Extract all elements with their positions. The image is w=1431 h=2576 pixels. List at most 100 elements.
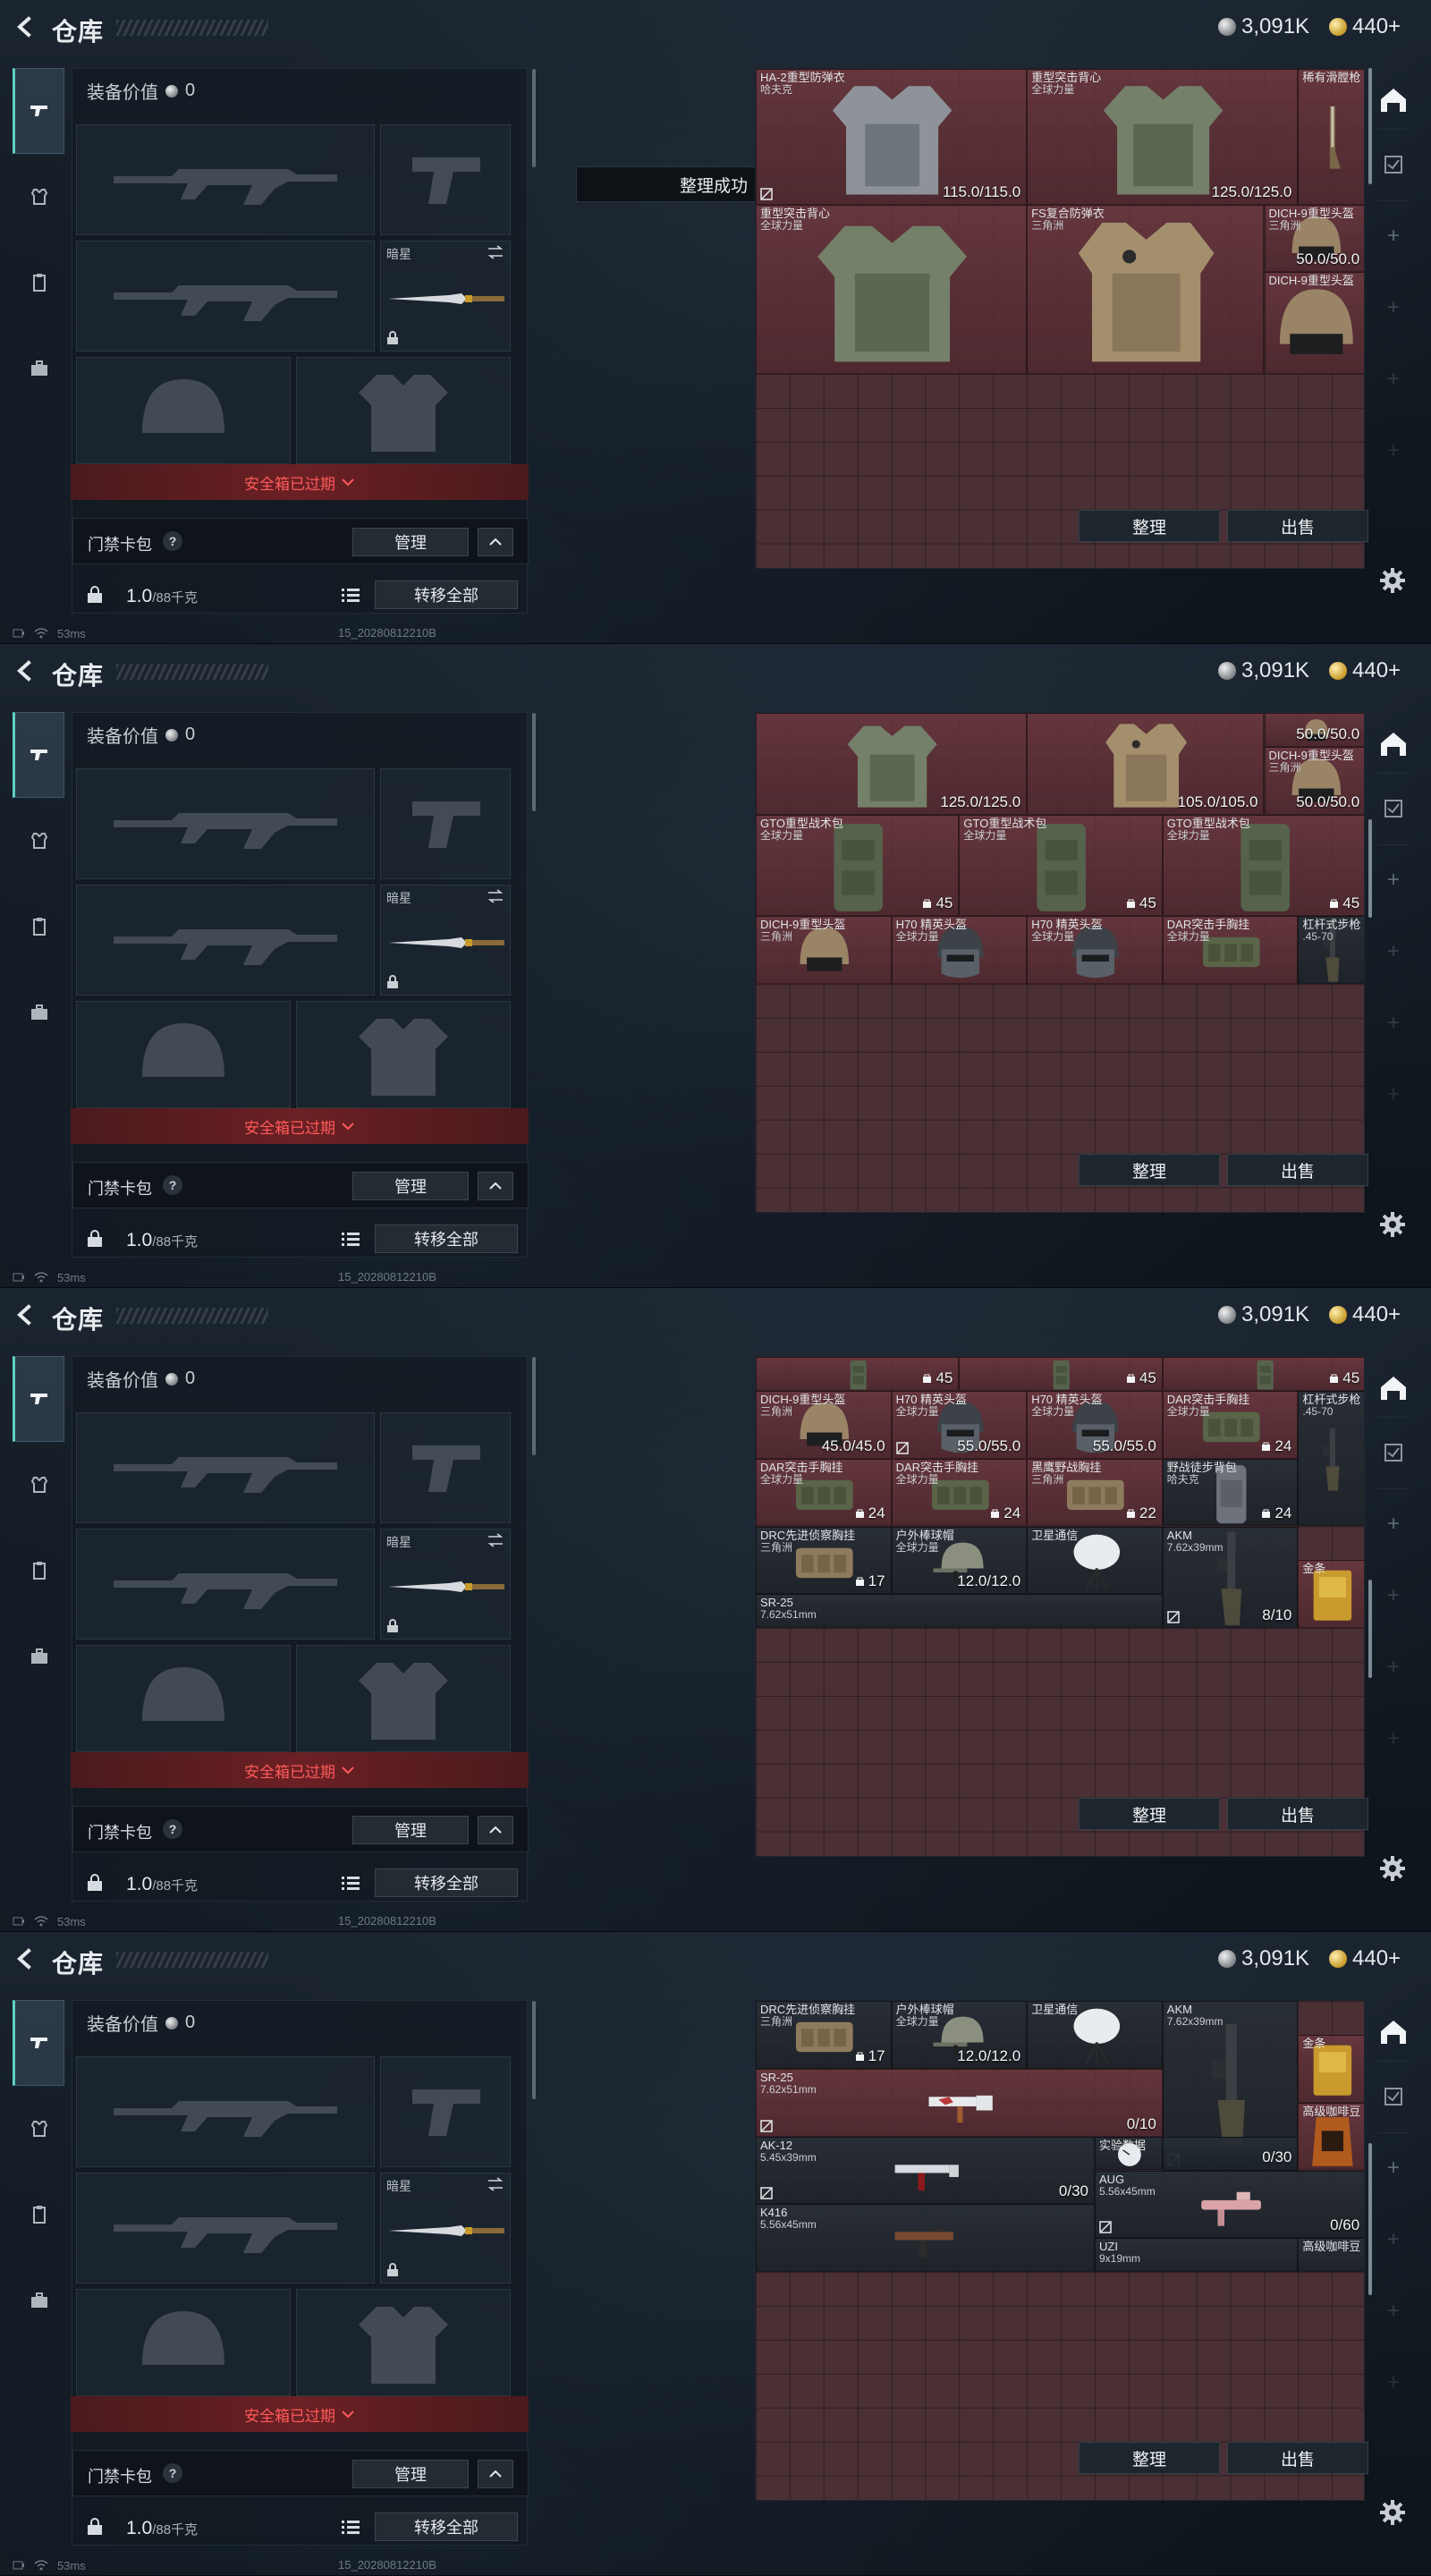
manage-button[interactable]: 管理 bbox=[352, 1172, 469, 1200]
settings-gear-icon[interactable] bbox=[1377, 565, 1408, 596]
secondary-weapon-slot[interactable] bbox=[76, 2173, 375, 2284]
tab-armor[interactable] bbox=[13, 154, 64, 240]
storage-item[interactable]: HA-2重型防弹衣 哈夫克 115.0/115.0 bbox=[756, 69, 1028, 205]
storage-item[interactable]: DRC先进侦察胸挂 三角洲 17 bbox=[756, 2001, 892, 2069]
storage-item[interactable]: 金条 bbox=[1298, 1560, 1364, 1629]
tab-consumables[interactable] bbox=[13, 1528, 64, 1614]
secondary-weapon-slot[interactable] bbox=[76, 241, 375, 352]
primary-weapon-slot[interactable] bbox=[76, 768, 375, 879]
manage-button[interactable]: 管理 bbox=[352, 528, 469, 556]
container-page-button[interactable] bbox=[1372, 2075, 1415, 2118]
melee-slot[interactable]: 暗星 bbox=[380, 241, 511, 352]
sort-button[interactable]: 整理 bbox=[1079, 1798, 1220, 1830]
tab-weapons[interactable] bbox=[13, 68, 64, 154]
storage-item[interactable]: 杠杆式步枪 .45-70 bbox=[1298, 916, 1364, 985]
help-icon[interactable]: ? bbox=[163, 2463, 182, 2483]
storage-item[interactable]: DAR突击手胸挂 全球力量 bbox=[1162, 916, 1299, 985]
primary-weapon-slot[interactable] bbox=[76, 124, 375, 235]
pistol-slot[interactable] bbox=[380, 124, 511, 235]
secondary-weapon-slot[interactable] bbox=[76, 1529, 375, 1640]
storage-item[interactable]: 野战徒步背包 哈夫克 24 bbox=[1162, 1458, 1299, 1527]
silver-currency[interactable]: 3,091K bbox=[1218, 14, 1309, 39]
settings-gear-icon[interactable] bbox=[1377, 2497, 1408, 2528]
storage-item[interactable]: DAR突击手胸挂 全球力量 24 bbox=[891, 1458, 1028, 1527]
storage-grid[interactable]: 125.0/125.0 105.0/105.0 50.0/50.0 DICH-9重型头… bbox=[755, 712, 1365, 1213]
safebox-expired-banner[interactable]: 安全箱已过期 bbox=[71, 1108, 529, 1144]
storage-item[interactable]: DICH-9重型头盔 三角洲 45.0/45.0 bbox=[756, 1390, 892, 1459]
add-page-button[interactable]: + bbox=[1372, 1503, 1415, 1546]
add-page-button[interactable]: + bbox=[1372, 2361, 1415, 2404]
tab-containers[interactable] bbox=[13, 2258, 64, 2343]
add-page-button[interactable]: + bbox=[1372, 358, 1415, 401]
gold-currency[interactable]: 440+ bbox=[1329, 1946, 1401, 1971]
armor-slot[interactable] bbox=[296, 1001, 511, 1108]
add-page-button[interactable]: + bbox=[1372, 286, 1415, 329]
storage-item[interactable]: DICH-9重型头盔 三角洲 bbox=[756, 916, 892, 985]
storage-item[interactable]: 105.0/105.0 bbox=[1027, 713, 1265, 815]
transfer-all-button[interactable]: 转移全部 bbox=[375, 1868, 518, 1897]
gold-currency[interactable]: 440+ bbox=[1329, 658, 1401, 683]
warehouse-page-button[interactable] bbox=[1372, 2011, 1415, 2054]
equipment-scrollbar[interactable] bbox=[532, 1357, 536, 1455]
secondary-weapon-slot[interactable] bbox=[76, 885, 375, 996]
add-page-button[interactable]: + bbox=[1372, 1073, 1415, 1116]
storage-item[interactable]: DICH-9重型头盔 bbox=[1264, 272, 1364, 375]
silver-currency[interactable]: 3,091K bbox=[1218, 658, 1309, 683]
collapse-button[interactable] bbox=[478, 1172, 513, 1200]
collapse-button[interactable] bbox=[478, 2460, 513, 2488]
swap-icon[interactable] bbox=[487, 889, 504, 903]
storage-item[interactable]: H70 精英头盔 全球力量 55.0/55.0 bbox=[891, 1390, 1028, 1459]
safebox-expired-banner[interactable]: 安全箱已过期 bbox=[71, 2396, 529, 2432]
transfer-all-button[interactable]: 转移全部 bbox=[375, 2512, 518, 2541]
settings-gear-icon[interactable] bbox=[1377, 1853, 1408, 1884]
settings-gear-icon[interactable] bbox=[1377, 1209, 1408, 1240]
storage-item[interactable]: 0/30 bbox=[1162, 2136, 1299, 2171]
transfer-all-button[interactable]: 转移全部 bbox=[375, 580, 518, 609]
storage-item[interactable]: DICH-9重型头盔 三角洲 50.0/50.0 bbox=[1264, 204, 1364, 273]
storage-item[interactable]: 杠杆式步枪 .45-70 bbox=[1298, 1390, 1364, 1527]
gold-currency[interactable]: 440+ bbox=[1329, 14, 1401, 39]
storage-item[interactable]: 稀有滑膛枪 bbox=[1298, 69, 1364, 205]
add-page-button[interactable]: + bbox=[1372, 2290, 1415, 2333]
tab-weapons[interactable] bbox=[13, 2000, 64, 2086]
silver-currency[interactable]: 3,091K bbox=[1218, 1302, 1309, 1327]
sort-button[interactable]: 整理 bbox=[1079, 2442, 1220, 2474]
tab-consumables[interactable] bbox=[13, 884, 64, 970]
gold-currency[interactable]: 440+ bbox=[1329, 1302, 1401, 1327]
armor-slot[interactable] bbox=[296, 357, 511, 464]
add-page-button[interactable]: + bbox=[1372, 2147, 1415, 2190]
sell-button[interactable]: 出售 bbox=[1227, 1798, 1368, 1830]
warehouse-page-button[interactable] bbox=[1372, 1367, 1415, 1410]
storage-item[interactable]: DAR突击手胸挂 全球力量 24 bbox=[1162, 1390, 1299, 1459]
swap-icon[interactable] bbox=[487, 1533, 504, 1547]
storage-item[interactable]: 重型突击背心 全球力量 125.0/125.0 bbox=[1027, 69, 1299, 205]
helmet-slot[interactable] bbox=[76, 357, 291, 464]
armor-slot[interactable] bbox=[296, 1645, 511, 1752]
manage-button[interactable]: 管理 bbox=[352, 1816, 469, 1844]
storage-item[interactable]: 高级咖啡豆 bbox=[1298, 2102, 1364, 2171]
container-page-button[interactable] bbox=[1372, 1431, 1415, 1474]
pistol-slot[interactable] bbox=[380, 768, 511, 879]
helmet-slot[interactable] bbox=[76, 1001, 291, 1108]
tab-containers[interactable] bbox=[13, 970, 64, 1055]
add-page-button[interactable]: + bbox=[1372, 2218, 1415, 2261]
add-page-button[interactable]: + bbox=[1372, 1717, 1415, 1760]
add-page-button[interactable]: + bbox=[1372, 429, 1415, 472]
transfer-all-button[interactable]: 转移全部 bbox=[375, 1224, 518, 1253]
tab-weapons[interactable] bbox=[13, 1356, 64, 1442]
storage-item[interactable]: GTO重型战术包 全球力量 45 bbox=[1162, 814, 1364, 917]
storage-item[interactable]: AK-12 5.45x39mm 0/30 bbox=[756, 2136, 1095, 2205]
tab-armor[interactable] bbox=[13, 1442, 64, 1528]
storage-item[interactable]: 50.0/50.0 bbox=[1264, 713, 1364, 747]
swap-icon[interactable] bbox=[487, 245, 504, 259]
storage-item[interactable]: K416 5.56x45mm bbox=[756, 2204, 1095, 2273]
storage-item[interactable]: GTO重型战术包 全球力量 45 bbox=[756, 814, 960, 917]
storage-item[interactable]: 金条 bbox=[1298, 2034, 1364, 2103]
tab-containers[interactable] bbox=[13, 326, 64, 411]
pistol-slot[interactable] bbox=[380, 1412, 511, 1523]
storage-item[interactable]: 45 bbox=[959, 1357, 1163, 1391]
storage-item[interactable]: 户外棒球帽 全球力量 12.0/12.0 bbox=[891, 2001, 1028, 2069]
storage-item[interactable]: DICH-9重型头盔 三角洲 50.0/50.0 bbox=[1264, 746, 1364, 815]
add-page-button[interactable]: + bbox=[1372, 1646, 1415, 1689]
storage-item[interactable]: 高级咖啡豆 bbox=[1298, 2238, 1364, 2273]
